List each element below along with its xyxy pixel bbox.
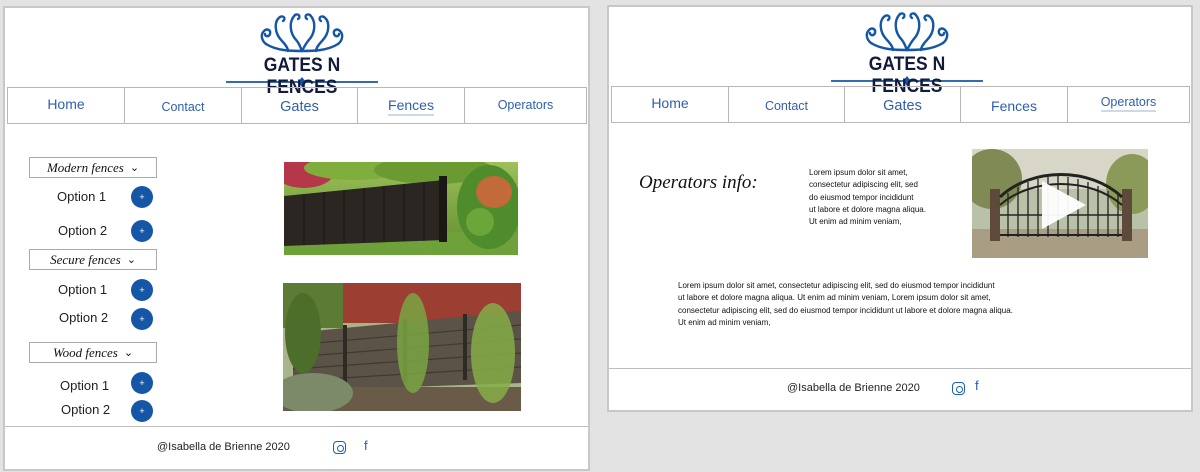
operators-page: GATES N FENCES Home Contact Gates Fences… (607, 5, 1193, 412)
nav-gates[interactable]: Gates (242, 88, 358, 123)
chevron-down-icon: ⌄ (129, 162, 140, 174)
page-title: Operators info: (639, 172, 758, 193)
chevron-down-icon: ⌄ (123, 347, 134, 359)
nav-gates-label: Gates (280, 98, 319, 115)
nav-home-label: Home (47, 95, 85, 112)
nav-operators[interactable]: Operators (1068, 87, 1189, 122)
facebook-icon[interactable]: f (364, 438, 368, 453)
instagram-icon[interactable] (333, 441, 346, 454)
nav-contact[interactable]: Contact (125, 88, 242, 123)
intro-paragraph: Lorem ipsum dolor sit amet, consectetur … (809, 168, 926, 227)
body-paragraph: Lorem ipsum dolor sit amet, consectetur … (678, 281, 1013, 327)
nav-fences-label: Fences (991, 97, 1037, 114)
modern-option-2[interactable]: Option 2 (58, 223, 107, 238)
secure-option-1-add-button[interactable]: + (131, 279, 153, 301)
chevron-down-icon: ⌄ (126, 254, 136, 266)
modern-fences-dropdown[interactable]: Modern fences ⌄ (29, 157, 157, 178)
nav-operators[interactable]: Operators (465, 88, 586, 123)
site-logo[interactable]: GATES N FENCES (222, 11, 382, 98)
footer-credit: @Isabella de Brienne 2020 (787, 382, 920, 394)
wood-option-2-add-button[interactable]: + (131, 400, 153, 422)
main-nav: Home Contact Gates Fences Operators (611, 86, 1190, 123)
secure-option-2-add-button[interactable]: + (131, 308, 153, 330)
modern-option-1-add-button[interactable]: + (131, 186, 153, 208)
fences-page: GATES N FENCES Home Contact Gates Fences… (3, 6, 590, 471)
nav-operators-label: Operators (1100, 95, 1157, 112)
wood-fence-photo (283, 283, 521, 411)
nav-fences-label: Fences (388, 97, 434, 116)
nav-home[interactable]: Home (8, 88, 125, 123)
footer: @Isabella de Brienne 2020 f (5, 426, 588, 471)
footer: @Isabella de Brienne 2020 f (609, 368, 1191, 410)
nav-contact-label: Contact (764, 98, 809, 113)
modern-fence-photo (284, 162, 518, 255)
nav-contact-label: Contact (161, 99, 205, 114)
nav-contact[interactable]: Contact (729, 87, 845, 122)
wood-fences-label: Wood fences (52, 344, 118, 360)
site-logo[interactable]: GATES N FENCES (827, 10, 987, 97)
footer-credit: @Isabella de Brienne 2020 (157, 441, 290, 453)
modern-option-2-add-button[interactable]: + (131, 220, 153, 242)
secure-option-2[interactable]: Option 2 (59, 310, 108, 325)
wood-fences-dropdown[interactable]: Wood fences ⌄ (29, 342, 157, 363)
gate-video[interactable] (972, 149, 1148, 258)
nav-fences[interactable]: Fences (961, 87, 1068, 122)
nav-home-label: Home (651, 94, 689, 111)
nav-operators-label: Operators (497, 97, 554, 112)
wood-option-1[interactable]: Option 1 (60, 378, 109, 393)
main-nav: Home Contact Gates Fences Operators (7, 87, 587, 124)
modern-fences-label: Modern fences (46, 159, 124, 175)
secure-fences-label: Secure fences (50, 251, 121, 267)
instagram-icon[interactable] (952, 382, 965, 395)
modern-option-1[interactable]: Option 1 (57, 189, 106, 204)
wood-option-2[interactable]: Option 2 (61, 402, 110, 417)
nav-gates[interactable]: Gates (845, 87, 961, 122)
wood-option-1-add-button[interactable]: + (131, 372, 153, 394)
nav-fences[interactable]: Fences (358, 88, 465, 123)
nav-home[interactable]: Home (612, 87, 729, 122)
facebook-icon[interactable]: f (975, 378, 979, 393)
secure-option-1[interactable]: Option 1 (58, 282, 107, 297)
nav-gates-label: Gates (883, 97, 922, 114)
secure-fences-dropdown[interactable]: Secure fences ⌄ (29, 249, 157, 270)
